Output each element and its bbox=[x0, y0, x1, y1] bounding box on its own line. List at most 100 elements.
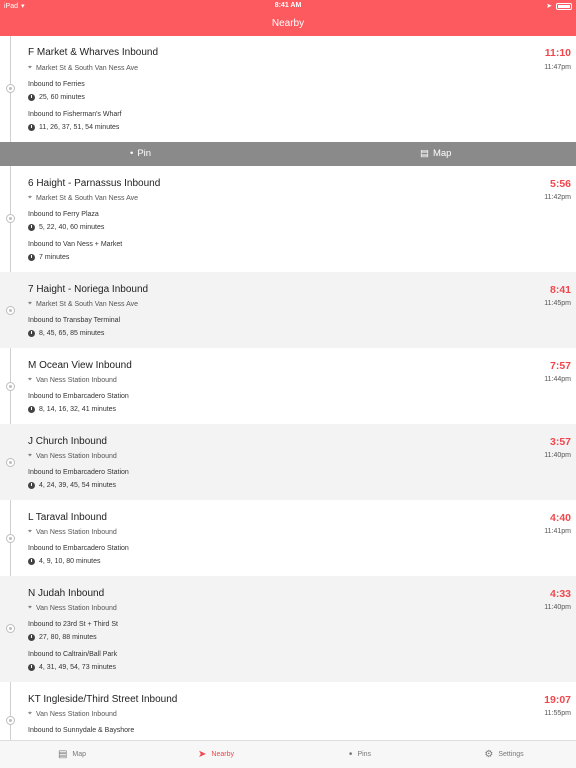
clock-time: 11:40pm bbox=[544, 452, 571, 459]
prediction-card[interactable]: J Church Inbound 3:57 ⌖ Van Ness Station … bbox=[0, 424, 576, 500]
clock-icon bbox=[28, 124, 35, 131]
pin-icon: • bbox=[130, 148, 134, 159]
arrival-time: 7:57 bbox=[549, 360, 571, 372]
location-arrow-icon: ➤ bbox=[198, 749, 207, 760]
pin-icon: ⌖ bbox=[28, 300, 32, 307]
minutes-list: 4, 9, 10, 80 minutes bbox=[28, 558, 100, 565]
minutes-list: 25, 60 minutes bbox=[28, 94, 85, 101]
minutes-list: 11, 26, 37, 51, 54 minutes bbox=[28, 124, 119, 131]
stop-name: ⌖ Market St & South Van Ness Ave bbox=[28, 64, 139, 72]
minutes-list: 7 minutes bbox=[28, 254, 69, 261]
map-button[interactable]: ▤ Map bbox=[420, 142, 451, 166]
prediction-card[interactable]: F Market & Wharves Inbound 11:10 ⌖ Market… bbox=[0, 36, 576, 142]
pin-icon: ⌖ bbox=[28, 604, 32, 611]
pin-icon: • bbox=[348, 749, 353, 760]
timeline-dot bbox=[6, 306, 15, 315]
clock-icon bbox=[28, 634, 35, 641]
page-title: Nearby bbox=[271, 18, 305, 29]
direction-label: Inbound to Ferry Plaza bbox=[28, 211, 99, 218]
minutes-list: 4, 31, 49, 54, 73 minutes bbox=[28, 664, 116, 671]
pin-icon: ⌖ bbox=[28, 452, 32, 459]
stop-name: ⌖ Van Ness Station Inbound bbox=[28, 710, 117, 718]
clock-time: 11:40pm bbox=[544, 604, 571, 611]
prediction-card[interactable]: M Ocean View Inbound 7:57 ⌖ Van Ness Stat… bbox=[0, 348, 576, 424]
clock-icon bbox=[28, 224, 35, 231]
stop-name: ⌖ Van Ness Station Inbound bbox=[28, 452, 117, 460]
timeline-dot bbox=[6, 716, 15, 725]
pin-icon: ⌖ bbox=[28, 64, 32, 71]
prediction-list[interactable]: F Market & Wharves Inbound 11:10 ⌖ Market… bbox=[0, 36, 576, 740]
line-name: 7 Haight - Noriega Inbound bbox=[28, 284, 149, 295]
stop-name: ⌖ Market St & South Van Ness Ave bbox=[28, 194, 139, 202]
tab-map[interactable]: ▤ Map bbox=[0, 741, 144, 768]
direction-label: Inbound to Embarcadero Station bbox=[28, 469, 129, 476]
stop-name: ⌖ Market St & South Van Ness Ave bbox=[28, 300, 139, 308]
line-name: J Church Inbound bbox=[28, 436, 107, 447]
clock-time: 11:41pm bbox=[544, 528, 571, 535]
line-name: 6 Haight - Parnassus Inbound bbox=[28, 178, 161, 189]
direction-label: Inbound to Embarcadero Station bbox=[28, 393, 129, 400]
arrival-time: 11:10 bbox=[544, 47, 571, 59]
minutes-list: 27, 80, 88 minutes bbox=[28, 634, 97, 641]
line-name: N Judah Inbound bbox=[28, 588, 105, 599]
pin-button[interactable]: • Pin bbox=[130, 142, 151, 166]
map-icon: ▤ bbox=[57, 749, 68, 760]
pin-icon: ⌖ bbox=[28, 194, 32, 201]
direction-label: Inbound to 23rd St + Third St bbox=[28, 621, 118, 628]
direction-label: Inbound to Embarcadero Station bbox=[28, 545, 129, 552]
timeline-dot bbox=[6, 624, 15, 633]
minutes-list: 5, 22, 40, 60 minutes bbox=[28, 224, 104, 231]
timeline-dot bbox=[6, 534, 15, 543]
clock-time: 8:41 AM bbox=[274, 2, 302, 9]
direction-label: Inbound to Fisherman's Wharf bbox=[28, 111, 122, 118]
tab-nearby[interactable]: ➤ Nearby bbox=[144, 741, 288, 768]
clock-time: 11:47pm bbox=[544, 64, 571, 71]
battery-icon bbox=[556, 2, 572, 10]
line-name: KT Ingleside/Third Street Inbound bbox=[28, 694, 178, 705]
clock-icon bbox=[28, 406, 35, 413]
gear-icon: ⚙ bbox=[484, 749, 494, 760]
arrival-time: 19:07 bbox=[544, 694, 571, 706]
tab-bar: ▤ Map ➤ Nearby • Pins ⚙ Settings bbox=[0, 740, 576, 768]
clock-icon bbox=[28, 254, 35, 261]
tab-settings[interactable]: ⚙ Settings bbox=[432, 741, 576, 768]
line-name: F Market & Wharves Inbound bbox=[28, 47, 159, 58]
clock-icon bbox=[28, 94, 35, 101]
line-name: L Taraval Inbound bbox=[28, 512, 107, 523]
timeline-dot bbox=[6, 214, 15, 223]
pin-icon: ⌖ bbox=[28, 528, 32, 535]
map-icon: ▤ bbox=[420, 148, 429, 159]
clock-icon bbox=[28, 558, 35, 565]
location-icon: ➤ bbox=[546, 3, 552, 10]
card-action-bar: • Pin ▤ Map bbox=[0, 142, 576, 166]
status-bar: iPad ▾ 8:41 AM ➤ bbox=[0, 0, 576, 12]
pin-icon: ⌖ bbox=[28, 710, 32, 717]
arrival-time: 4:33 bbox=[549, 588, 571, 600]
prediction-card[interactable]: 6 Haight - Parnassus Inbound 5:56 ⌖ Marke… bbox=[0, 166, 576, 272]
timeline-dot bbox=[6, 382, 15, 391]
nav-bar: Nearby bbox=[0, 12, 576, 36]
arrival-time: 3:57 bbox=[549, 436, 571, 448]
direction-label: Inbound to Sunnydale & Bayshore bbox=[28, 727, 135, 734]
clock-time: 11:42pm bbox=[544, 194, 571, 201]
arrival-time: 4:40 bbox=[549, 512, 571, 524]
arrival-time: 8:41 bbox=[549, 284, 571, 296]
stop-name: ⌖ Van Ness Station Inbound bbox=[28, 376, 117, 384]
pin-icon: ⌖ bbox=[28, 376, 32, 383]
clock-time: 11:45pm bbox=[544, 300, 571, 307]
clock-icon bbox=[28, 664, 35, 671]
prediction-card[interactable]: L Taraval Inbound 4:40 ⌖ Van Ness Station… bbox=[0, 500, 576, 576]
prediction-card[interactable]: 7 Haight - Noriega Inbound 8:41 ⌖ Market … bbox=[0, 272, 576, 348]
stop-name: ⌖ Van Ness Station Inbound bbox=[28, 604, 117, 612]
minutes-list: 4, 24, 39, 45, 54 minutes bbox=[28, 482, 116, 489]
clock-time: 11:44pm bbox=[544, 376, 571, 383]
direction-label: Inbound to Transbay Terminal bbox=[28, 317, 121, 324]
clock-icon bbox=[28, 482, 35, 489]
clock-time: 11:55pm bbox=[544, 710, 571, 717]
arrival-time: 5:56 bbox=[549, 178, 571, 190]
direction-label: Inbound to Ferries bbox=[28, 81, 85, 88]
tab-pins[interactable]: • Pins bbox=[288, 741, 432, 768]
prediction-card[interactable]: N Judah Inbound 4:33 ⌖ Van Ness Station I… bbox=[0, 576, 576, 682]
prediction-card[interactable]: KT Ingleside/Third Street Inbound 19:07 … bbox=[0, 682, 576, 740]
direction-label: Inbound to Caltrain/Ball Park bbox=[28, 651, 118, 658]
